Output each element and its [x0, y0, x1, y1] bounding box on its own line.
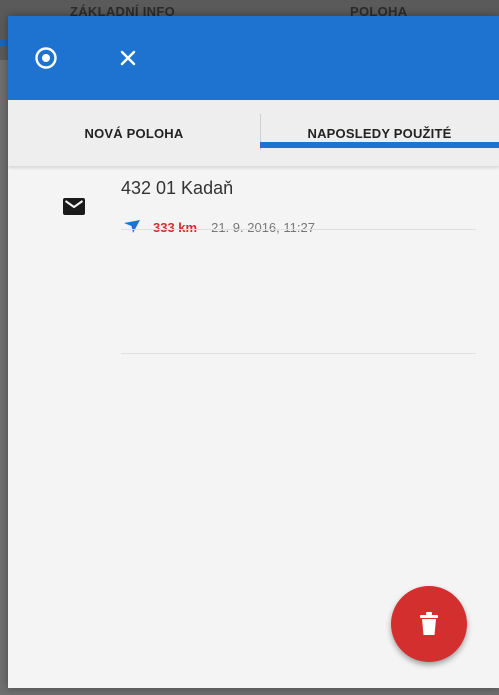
- list-item[interactable]: 432 01 Kadaň 333 km 21. 9. 2016, 11:27: [8, 166, 499, 246]
- tab-new-location[interactable]: NOVÁ POLOHA: [8, 100, 260, 166]
- distance-value: 333 km: [153, 219, 198, 235]
- gps-target-icon[interactable]: [28, 40, 64, 76]
- timestamp: 21. 9. 2016, 11:27: [211, 219, 315, 235]
- list-divider: [121, 353, 476, 354]
- dialog-toolbar: [8, 16, 499, 100]
- tab-bar: NOVÁ POLOHA NAPOSLEDY POUŽITÉ: [8, 100, 499, 166]
- tab-recently-used[interactable]: NAPOSLEDY POUŽITÉ: [260, 100, 499, 166]
- list-divider: [121, 229, 476, 230]
- delete-button[interactable]: [391, 586, 467, 662]
- active-tab-indicator: [260, 142, 499, 148]
- envelope-icon: [63, 198, 85, 220]
- location-dialog: NOVÁ POLOHA NAPOSLEDY POUŽITÉ 432 01 Kad…: [8, 16, 499, 688]
- trash-icon: [419, 612, 439, 636]
- close-icon[interactable]: [110, 40, 146, 76]
- direction-arrow-icon: [123, 220, 141, 234]
- list-item-meta: 333 km 21. 9. 2016, 11:27: [121, 218, 315, 236]
- list-item-title: 432 01 Kadaň: [121, 178, 234, 198]
